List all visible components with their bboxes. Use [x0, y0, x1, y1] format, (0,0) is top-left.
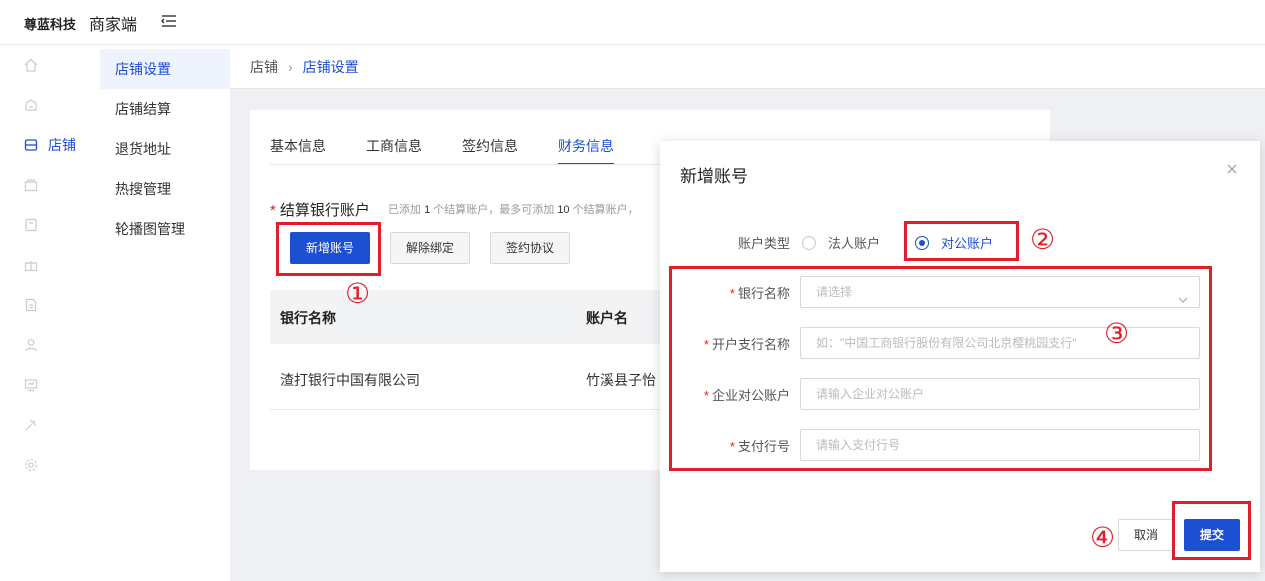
radio-label: 法人账户 — [828, 236, 881, 251]
sidebar-item-label: 首页 — [48, 57, 76, 73]
cancel-button[interactable]: 取消 — [1118, 519, 1174, 551]
account-type-label: 账户类型 — [737, 236, 790, 251]
section-title-text: 结算银行账户 — [279, 202, 370, 219]
radio-legal-account[interactable]: 法人账户 — [802, 233, 880, 252]
menu-collapse-icon[interactable] — [160, 12, 178, 30]
breadcrumb-root[interactable]: 店铺 — [250, 57, 278, 77]
gear-icon — [24, 458, 38, 472]
tab-contract-info[interactable]: 签约信息 — [462, 130, 518, 162]
sign-agreement-button[interactable]: 签约协议 — [490, 232, 570, 264]
unbind-button[interactable]: 解除绑定 — [390, 232, 470, 264]
shop-icon — [24, 138, 38, 152]
section-title: * 结算银行账户 — [270, 199, 370, 220]
sidebar-item-label: 库存 — [48, 177, 76, 193]
sidebar-item-label: 数据 — [48, 377, 76, 393]
section-hint: 已添加 1 个结算账户，最多可添加 10 个结算账户， — [388, 201, 639, 217]
breadcrumb: 店铺 › 店铺设置 — [230, 45, 1265, 89]
sidebar-item-label: 系统 — [48, 457, 76, 473]
sidebar-item-decorate[interactable]: 装修 — [0, 405, 100, 445]
hint-count: 1 — [424, 204, 431, 216]
submenu-item-shop-settlement[interactable]: 店铺结算 — [100, 89, 230, 129]
annotation-number-2: ② — [1030, 223, 1056, 256]
sidebar-item-label: 装修 — [48, 417, 76, 433]
data-icon — [24, 378, 38, 392]
required-mark: * — [270, 202, 276, 219]
column-header: 银行名称 — [280, 310, 336, 326]
annotation-number-3: ③ — [1104, 317, 1130, 350]
modal-title: 新增账号 — [680, 167, 748, 186]
annotation-number-1: ① — [345, 277, 371, 310]
decorate-icon — [24, 418, 38, 432]
sidebar-item-goods[interactable]: 商品 — [0, 205, 100, 245]
sidebar-item-shop[interactable]: 店铺 — [0, 125, 100, 165]
submenu-item-shop-settings[interactable]: 店铺设置 — [100, 49, 230, 89]
tab-basic-info[interactable]: 基本信息 — [270, 130, 326, 162]
tab-business-info[interactable]: 工商信息 — [366, 130, 422, 162]
app-name: 商家端 — [89, 17, 138, 34]
annotation-box-4 — [1172, 501, 1251, 560]
sidebar-item-system[interactable]: 系统 — [0, 445, 100, 485]
submenu-item-carousel[interactable]: 轮播图管理 — [100, 209, 230, 249]
sidebar-item-label: 公告 — [48, 97, 76, 113]
main-sidebar: 首页 公告 店铺 库存 商品 营销 订单 客户 数据 装修 系统 — [0, 45, 100, 581]
breadcrumb-current: 店铺设置 — [302, 58, 359, 75]
annotation-box-2 — [904, 221, 1019, 261]
chevron-right-icon: › — [288, 58, 293, 75]
sidebar-item-order[interactable]: 订单 — [0, 285, 100, 325]
brand-logo: 尊蓝科技 — [24, 17, 77, 32]
sidebar-item-notice[interactable]: 公告 — [0, 85, 100, 125]
column-header: 账户名 — [586, 310, 628, 326]
sidebar-item-label: 营销 — [48, 257, 76, 273]
gift-icon — [24, 258, 38, 272]
notice-icon — [24, 98, 38, 112]
radio-circle — [802, 235, 816, 250]
submenu-item-return-address[interactable]: 退货地址 — [100, 129, 230, 169]
tab-finance-info[interactable]: 财务信息 — [558, 130, 614, 165]
sub-menu: 店铺设置 店铺结算 退货地址 热搜管理 轮播图管理 — [100, 45, 230, 581]
order-icon — [24, 298, 38, 312]
submenu-item-hot-search[interactable]: 热搜管理 — [100, 169, 230, 209]
sidebar-item-label: 店铺 — [48, 137, 76, 153]
close-icon[interactable] — [1225, 162, 1239, 176]
annotation-box-1 — [276, 222, 381, 276]
hint-text: 已添加 — [388, 204, 421, 216]
table-cell: 渣打银行中国有限公司 — [280, 372, 420, 388]
annotation-box-3 — [669, 266, 1212, 471]
table-header: 银行名称 账户名 — [270, 290, 660, 344]
top-bar: 尊蓝科技 商家端 — [0, 0, 1265, 45]
table-cell: 竹溪县子怡 — [586, 372, 656, 388]
goods-icon — [24, 218, 38, 232]
hint-text: 个结算账户， — [572, 204, 639, 216]
tab-bar: 基本信息 工商信息 签约信息 财务信息 — [270, 130, 654, 165]
inventory-icon — [24, 178, 38, 192]
sidebar-item-inventory[interactable]: 库存 — [0, 165, 100, 205]
home-icon — [24, 58, 38, 72]
user-icon — [24, 338, 38, 352]
table-row[interactable]: 渣打银行中国有限公司 竹溪县子怡 — [270, 350, 660, 410]
hint-max: 10 — [557, 204, 570, 216]
sidebar-item-label: 订单 — [48, 297, 76, 313]
sidebar-item-label: 客户 — [48, 337, 76, 353]
hint-text: 个结算账户，最多可添加 — [433, 204, 555, 216]
sidebar-item-marketing[interactable]: 营销 — [0, 245, 100, 285]
annotation-number-4: ④ — [1090, 521, 1116, 554]
sidebar-item-data[interactable]: 数据 — [0, 365, 100, 405]
sidebar-item-home[interactable]: 首页 — [0, 45, 100, 85]
sidebar-item-customer[interactable]: 客户 — [0, 325, 100, 365]
sidebar-item-label: 商品 — [48, 217, 76, 233]
